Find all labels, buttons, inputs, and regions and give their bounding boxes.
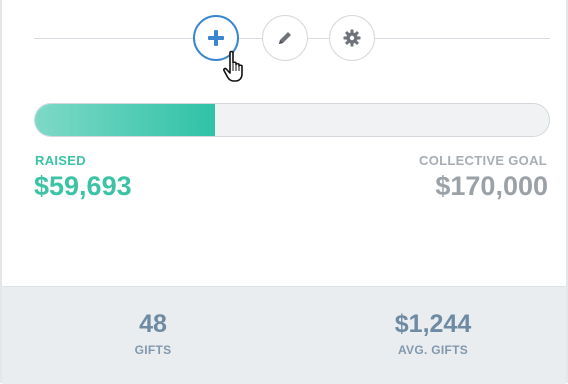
goal-label: COLLECTIVE GOAL	[419, 153, 547, 168]
progress-fill	[35, 104, 216, 136]
gifts-count: 48	[139, 310, 167, 338]
gifts-stat: 48 GIFTS	[53, 309, 253, 357]
toolbar	[2, 0, 566, 82]
raised-amount: $59,693	[34, 171, 132, 201]
raised-label: RAISED	[35, 153, 86, 168]
fundraising-widget: RAISED $59,693 COLLECTIVE GOAL $170,000 …	[0, 0, 568, 384]
avg-gift-label: AVG. GIFTS	[397, 343, 469, 357]
pencil-icon	[279, 32, 291, 44]
avg-gift-stat: $1,244 AVG. GIFTS	[333, 309, 533, 357]
settings-button[interactable]	[329, 15, 375, 61]
edit-button[interactable]	[262, 15, 308, 61]
gear-icon	[343, 29, 361, 47]
avg-gift-amount: $1,244	[394, 310, 472, 338]
hand-pointer-icon	[223, 50, 243, 82]
goal-amount: $170,000	[435, 171, 548, 201]
plus-icon	[208, 30, 224, 46]
progress-bar	[34, 103, 550, 137]
stats-panel: 48 GIFTS $1,244 AVG. GIFTS	[2, 286, 566, 384]
gifts-label: GIFTS	[134, 343, 172, 357]
